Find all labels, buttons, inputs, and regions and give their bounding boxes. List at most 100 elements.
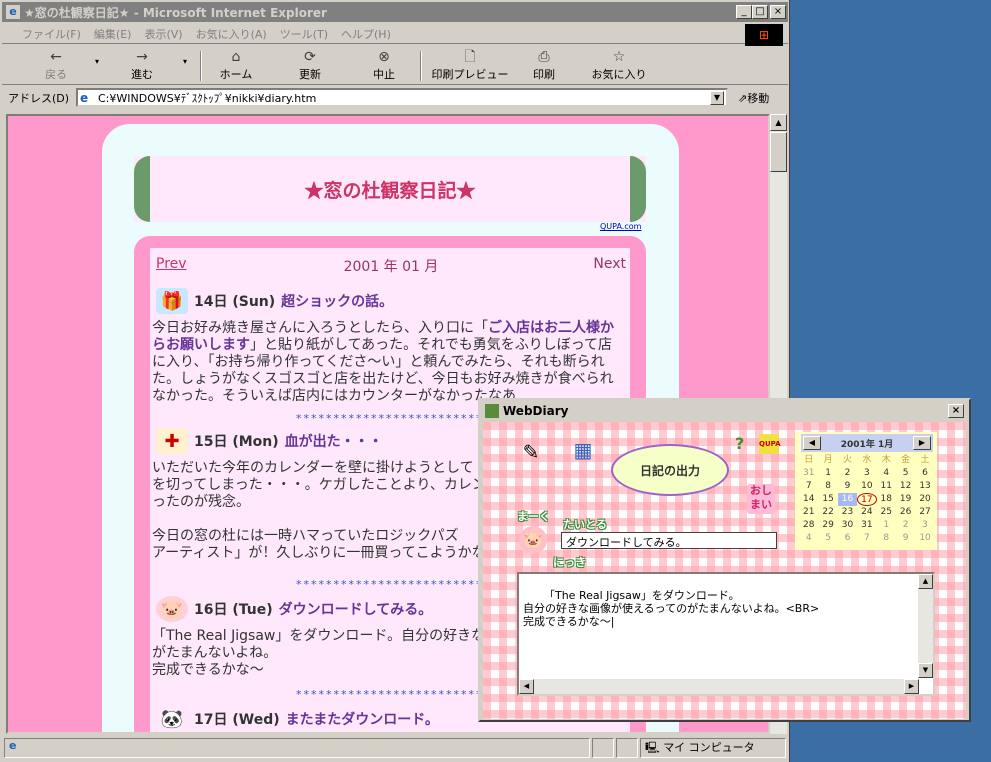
minimize-button[interactable]: _ [736, 5, 752, 19]
menu-view[interactable]: 表示(V) [144, 26, 182, 42]
scroll-thumb[interactable] [770, 132, 787, 172]
calendar-day[interactable]: 10 [915, 532, 934, 545]
close-button[interactable]: × [770, 5, 786, 19]
print-preview-button[interactable]: 🗋 印刷プレビュー [430, 49, 510, 82]
calendar-day[interactable]: 28 [799, 519, 818, 532]
calendar-day[interactable]: 2 [838, 467, 857, 480]
credit-link[interactable]: QUPA.com [600, 222, 641, 231]
webdiary-close-button[interactable]: × [948, 404, 964, 418]
favorites-icon: ☆ [612, 49, 626, 65]
calendar-day[interactable]: 23 [838, 506, 857, 519]
calendar-day[interactable]: 6 [838, 532, 857, 545]
back-button[interactable]: ← 戻る [32, 49, 80, 82]
forward-dropdown-icon[interactable]: ▾ [178, 57, 192, 66]
entry-date: 15日 (Mon) [194, 434, 279, 450]
calendar-day[interactable]: 12 [896, 480, 915, 493]
calendar-day[interactable]: 16 [837, 493, 858, 506]
calendar-day[interactable]: 11 [877, 480, 896, 493]
qupa-icon[interactable]: QUPA [759, 434, 781, 454]
calendar-day[interactable]: 8 [818, 480, 837, 493]
calendar-day[interactable]: 27 [915, 506, 934, 519]
scroll-down-icon[interactable]: ▼ [918, 663, 933, 678]
calendar-weekday-row: 日月火水木金土 [799, 454, 935, 467]
title-bar[interactable]: e ★窓の杜観察日記★ - Microsoft Internet Explore… [2, 2, 788, 22]
quit-button[interactable]: おし まい [747, 484, 775, 514]
calendar-day[interactable]: 1 [818, 467, 837, 480]
calendar-day[interactable]: 18 [877, 493, 896, 506]
textarea-vscroll[interactable]: ▲ ▼ [918, 574, 933, 678]
stop-icon: ⊗ [378, 49, 390, 65]
diary-text: 「The Real Jigsaw」をダウンロード。 自分の好きな画像が使えるって… [523, 589, 820, 628]
back-dropdown-icon[interactable]: ▾ [90, 57, 104, 66]
scroll-right-icon[interactable]: ▶ [904, 679, 919, 694]
calendar-day[interactable]: 7 [799, 480, 818, 493]
maximize-button[interactable]: □ [752, 5, 768, 19]
go-button[interactable]: ⇗移動 [738, 90, 769, 106]
calendar-day[interactable]: 2 [896, 519, 915, 532]
forward-arrow-icon: → [136, 49, 148, 65]
calendar-day[interactable]: 21 [799, 506, 818, 519]
calendar-day[interactable]: 6 [915, 467, 934, 480]
home-button[interactable]: ⌂ ホーム [210, 49, 262, 82]
write-icon[interactable]: ✎ [515, 436, 547, 468]
calendar-day[interactable]: 4 [877, 467, 896, 480]
webdiary-title: WebDiary [503, 404, 569, 418]
calendar-day[interactable]: 19 [896, 493, 915, 506]
calendar-day[interactable]: 15 [818, 493, 837, 506]
next-month-icon[interactable]: ▶ [913, 436, 931, 450]
favorites-button[interactable]: ☆ お気に入り [588, 49, 650, 82]
output-diary-button[interactable]: 日記の出力 [611, 444, 729, 496]
calendar-day[interactable]: 31 [857, 519, 876, 532]
menu-tools[interactable]: ツール(T) [280, 26, 328, 42]
menu-edit[interactable]: 編集(E) [94, 26, 132, 42]
window-title: ★窓の杜観察日記★ - Microsoft Internet Explorer [24, 5, 327, 20]
forward-button[interactable]: → 進む [118, 49, 166, 82]
calendar-day[interactable]: 14 [799, 493, 818, 506]
calendar-day[interactable]: 7 [857, 532, 876, 545]
calendar-day[interactable]: 25 [877, 506, 896, 519]
diary-textarea[interactable]: 「The Real Jigsaw」をダウンロード。 自分の好きな画像が使えるって… [517, 572, 935, 696]
address-dropdown-icon[interactable]: ▼ [710, 91, 724, 105]
calendar-day[interactable]: 1 [877, 519, 896, 532]
printer-icon: ⎙ [538, 49, 550, 65]
calendar-day[interactable]: 24 [857, 506, 876, 519]
scroll-up-icon[interactable]: ▲ [770, 114, 787, 131]
calendar-day[interactable]: 30 [838, 519, 857, 532]
calendar-day[interactable]: 8 [877, 532, 896, 545]
calendar-day[interactable]: 20 [915, 493, 934, 506]
calendar-day[interactable]: 3 [915, 519, 934, 532]
menu-help[interactable]: ヘルプ(H) [341, 26, 391, 42]
menu-file[interactable]: ファイル(F) [22, 26, 81, 42]
calendar-day[interactable]: 9 [896, 532, 915, 545]
folder-icon[interactable]: ▦ [567, 434, 599, 466]
calendar-day[interactable]: 5 [818, 532, 837, 545]
calendar-day[interactable]: 17 [857, 493, 877, 506]
webdiary-title-bar[interactable]: WebDiary × [481, 401, 968, 421]
calendar-day[interactable]: 3 [857, 467, 876, 480]
calendar-day[interactable]: 31 [799, 467, 818, 480]
calendar-day[interactable]: 26 [896, 506, 915, 519]
scroll-left-icon[interactable]: ◀ [519, 679, 534, 694]
menu-favorites[interactable]: お気に入り(A) [196, 26, 267, 42]
scroll-up-icon[interactable]: ▲ [918, 574, 933, 589]
calendar-day[interactable]: 29 [818, 519, 837, 532]
entry-separator: *************************** [296, 578, 499, 591]
calendar-day[interactable]: 5 [896, 467, 915, 480]
calendar-day[interactable]: 4 [799, 532, 818, 545]
calendar-day[interactable]: 13 [915, 480, 934, 493]
next-link[interactable]: Next [593, 256, 626, 272]
print-button[interactable]: ⎙ 印刷 [520, 49, 568, 82]
stop-button[interactable]: ⊗ 中止 [358, 49, 410, 82]
calendar-day[interactable]: 9 [838, 480, 857, 493]
textarea-hscroll[interactable]: ◀ ▶ [519, 679, 919, 694]
ie-status-icon: e [9, 739, 17, 752]
calendar-day[interactable]: 10 [857, 480, 876, 493]
calendar-day[interactable]: 22 [818, 506, 837, 519]
help-icon[interactable]: ? [735, 434, 753, 453]
subject-input[interactable]: ダウンロードしてみる。 [561, 532, 777, 549]
address-input[interactable]: e C:¥WINDOWS¥ﾃﾞｽｸﾄｯﾌﾟ¥nikki¥diary.htm ▼ [76, 88, 728, 107]
calendar-weekday: 金 [901, 455, 911, 465]
page-icon: e [80, 90, 89, 105]
pig-avatar-icon[interactable]: 🐷 [519, 526, 547, 554]
refresh-button[interactable]: ⟳ 更新 [284, 49, 336, 82]
